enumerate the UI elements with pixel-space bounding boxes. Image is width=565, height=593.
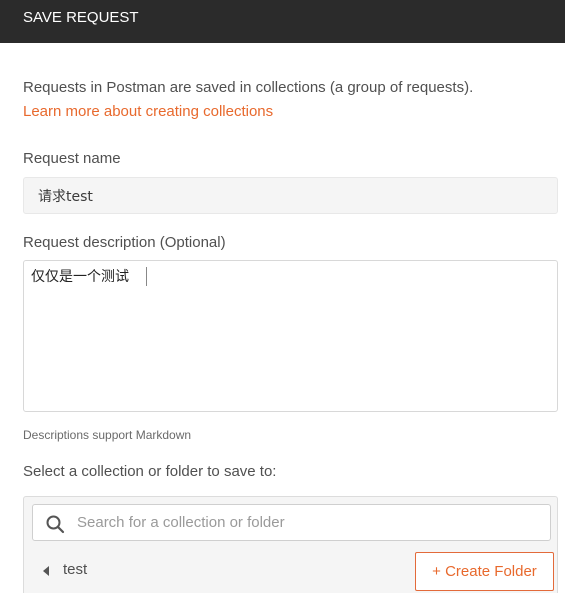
markdown-hint: Descriptions support Markdown <box>23 428 192 442</box>
modal-header: SAVE REQUEST <box>0 0 565 43</box>
collection-search-box[interactable] <box>32 504 551 541</box>
collection-picker-label: Select a collection or folder to save to… <box>23 463 277 480</box>
collection-name[interactable]: test <box>63 561 87 578</box>
intro-section: Requests in Postman are saved in collect… <box>23 76 553 124</box>
request-description-textarea[interactable]: 仅仅是一个测试 <box>23 260 558 412</box>
text-caret <box>146 267 147 286</box>
intro-text: Requests in Postman are saved in collect… <box>23 79 474 96</box>
collection-search-input[interactable] <box>77 505 547 540</box>
collection-picker: test + Create Folder <box>23 496 558 593</box>
create-folder-button[interactable]: + Create Folder <box>415 552 554 591</box>
learn-more-link[interactable]: Learn more about creating collections <box>23 100 273 124</box>
search-icon <box>46 515 65 534</box>
request-name-input[interactable] <box>23 177 558 214</box>
modal-title: SAVE REQUEST <box>23 9 139 26</box>
request-description-label: Request description (Optional) <box>23 234 226 251</box>
request-name-label: Request name <box>23 150 121 167</box>
caret-left-icon[interactable] <box>43 566 49 576</box>
